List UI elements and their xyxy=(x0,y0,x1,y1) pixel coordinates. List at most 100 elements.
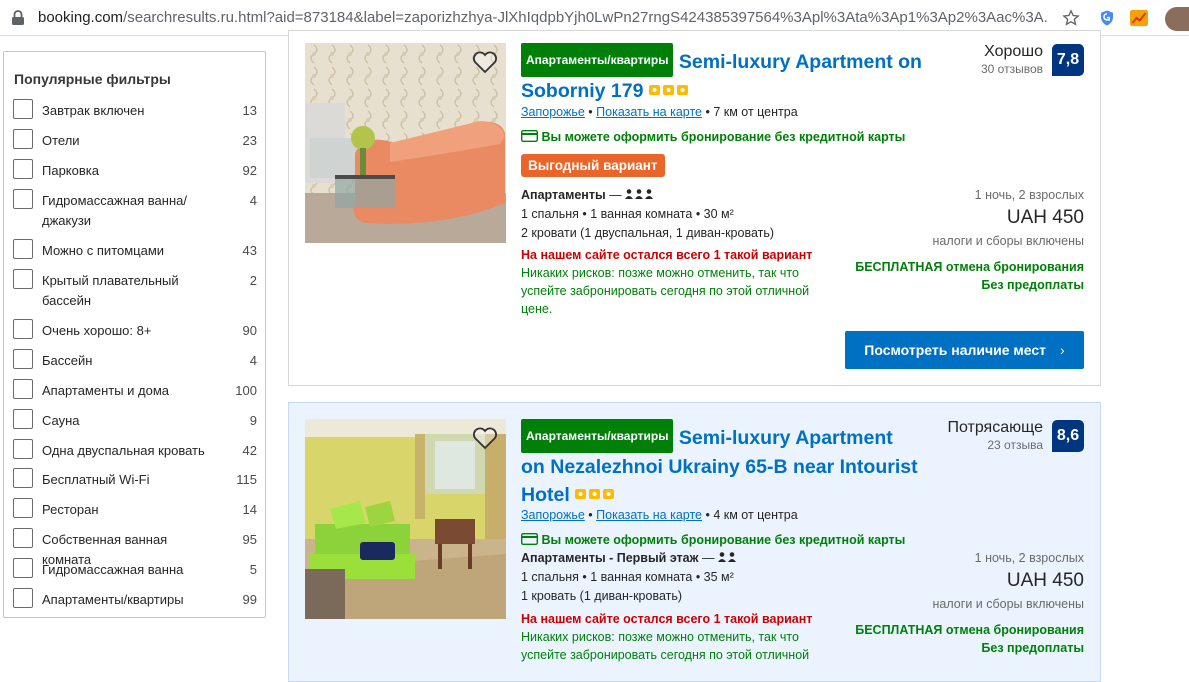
occupancy-text: 1 ночь, 2 взрослых xyxy=(974,188,1084,202)
filter-label: Очень хорошо: 8+ xyxy=(42,323,152,338)
filter-count: 95 xyxy=(242,532,257,547)
room-type: Апартаменты - Первый этаж xyxy=(521,551,699,565)
filter-checkbox[interactable] xyxy=(13,498,33,518)
score-label: Потрясающе xyxy=(947,419,1043,436)
filter-count: 4 xyxy=(249,353,257,368)
deal-badge: Выгодный вариант xyxy=(521,154,665,177)
heart-icon[interactable] xyxy=(472,50,498,74)
person-icon xyxy=(717,552,736,562)
filter-count: 100 xyxy=(235,383,257,398)
distance-text: 4 км от центра xyxy=(713,508,798,522)
property-title[interactable]: Апартаменты/квартиры Semi-luxury Apartme… xyxy=(521,43,951,105)
show-map-link[interactable]: Показать на карте xyxy=(596,105,702,119)
filter-checkbox[interactable] xyxy=(13,379,33,399)
filter-checkbox[interactable] xyxy=(13,99,33,119)
room-details: 1 спальня • 1 ванная комната • 30 м² xyxy=(521,207,734,221)
filter-count: 43 xyxy=(242,243,257,258)
url-path: /searchresults.ru.html?aid=873184&label=… xyxy=(123,9,1048,26)
filter-label: Гидромассажная ванна xyxy=(42,562,184,577)
filter-count: 5 xyxy=(249,562,257,577)
rating-squares-icon xyxy=(575,489,615,499)
rating-squares-icon xyxy=(648,85,688,95)
property-card: Апартаменты/квартиры Semi-luxury Apartme… xyxy=(288,402,1101,682)
occupancy-text: 1 ночь, 2 взрослых xyxy=(974,551,1084,565)
filter-checkbox[interactable] xyxy=(13,439,33,459)
filter-count: 90 xyxy=(242,323,257,338)
location-line: Запорожье • Показать на карте • 7 км от … xyxy=(521,105,798,119)
filter-checkbox[interactable] xyxy=(13,409,33,429)
filter-label: Парковка xyxy=(42,163,99,178)
filter-label: Апартаменты/квартиры xyxy=(42,592,184,607)
type-badge: Апартаменты/квартиры xyxy=(521,43,674,77)
shield-extension-icon[interactable] xyxy=(1096,7,1118,29)
price: UAH 450 xyxy=(1006,570,1084,591)
review-count[interactable]: 30 отзывов xyxy=(981,62,1043,76)
no-credit-card-text: Вы можете оформить бронирование без кред… xyxy=(541,130,906,144)
show-map-link[interactable]: Показать на карте xyxy=(596,508,702,522)
popular-filters-panel: Популярные фильтры Завтрак включен 13 Отел… xyxy=(3,51,266,618)
type-badge: Апартаменты/квартиры xyxy=(521,419,674,453)
star-icon[interactable] xyxy=(1060,7,1082,29)
filter-label: Ресторан xyxy=(42,502,99,517)
filter-count: 14 xyxy=(242,502,257,517)
city-link[interactable]: Запорожье xyxy=(521,508,585,522)
filter-checkbox[interactable] xyxy=(13,558,33,578)
city-link[interactable]: Запорожье xyxy=(521,105,585,119)
filter-checkbox[interactable] xyxy=(13,159,33,179)
url-text[interactable]: booking.com/searchresults.ru.html?aid=87… xyxy=(38,9,1048,26)
no-credit-card-note: Вы можете оформить бронирование без кред… xyxy=(520,532,906,547)
heart-icon[interactable] xyxy=(472,426,498,450)
filter-checkbox[interactable] xyxy=(13,129,33,149)
filter-checkbox[interactable] xyxy=(13,239,33,259)
free-cancellation: БЕСПЛАТНАЯ отмена бронирования xyxy=(855,623,1084,637)
filter-count: 4 xyxy=(249,193,257,208)
filter-count: 13 xyxy=(242,103,257,118)
filter-label: Отели xyxy=(42,133,80,148)
price: UAH 450 xyxy=(1006,207,1084,228)
filter-checkbox[interactable] xyxy=(13,528,33,548)
url-host: booking.com xyxy=(38,9,124,26)
filter-count: 2 xyxy=(249,273,257,288)
no-prepayment: Без предоплаты xyxy=(981,278,1084,292)
filter-count: 23 xyxy=(242,133,257,148)
filter-checkbox[interactable] xyxy=(13,189,33,209)
avatar[interactable] xyxy=(1165,7,1189,31)
check-availability-button[interactable]: Посмотреть наличие мест › xyxy=(845,331,1084,369)
filter-checkbox[interactable] xyxy=(13,269,33,289)
no-prepayment: Без предоплаты xyxy=(981,641,1084,655)
filter-label: Бассейн xyxy=(42,353,93,368)
bed-details: 2 кровати (1 двуспальная, 1 диван-кроват… xyxy=(521,226,775,240)
property-card: Апартаменты/квартиры Semi-luxury Apartme… xyxy=(288,30,1101,386)
filter-checkbox[interactable] xyxy=(13,468,33,488)
bed-details: 1 кровать (1 диван-кровать) xyxy=(521,589,683,603)
person-icon xyxy=(625,189,654,199)
filter-count: 99 xyxy=(242,592,257,607)
chevron-right-icon: › xyxy=(1060,342,1065,358)
score-label: Хорошо xyxy=(984,43,1043,60)
review-count[interactable]: 23 отзыва xyxy=(987,438,1043,452)
filter-checkbox[interactable] xyxy=(13,319,33,339)
property-title[interactable]: Апартаменты/квартиры Semi-luxury Apartme… xyxy=(521,419,921,509)
chart-extension-icon[interactable] xyxy=(1128,7,1150,29)
review-score-badge[interactable]: 7,8 xyxy=(1052,44,1084,76)
room-type: Апартаменты xyxy=(521,188,606,202)
no-credit-card-text: Вы можете оформить бронирование без кред… xyxy=(541,533,906,547)
credit-card-icon xyxy=(520,532,539,546)
cta-label: Посмотреть наличие мест xyxy=(864,342,1047,358)
filter-count: 92 xyxy=(242,163,257,178)
filter-checkbox[interactable] xyxy=(13,588,33,608)
room-info: Апартаменты - Первый этаж — 1 спальня • … xyxy=(521,549,738,606)
room-details: 1 спальня • 1 ванная комната • 35 м² xyxy=(521,570,734,584)
filters-title: Популярные фильтры xyxy=(14,71,171,87)
filter-label: Можно с питомцами xyxy=(42,243,165,258)
review-score-badge[interactable]: 8,6 xyxy=(1052,420,1084,452)
scarcity-warning: На нашем сайте остался всего 1 такой вар… xyxy=(521,248,813,262)
no-risk-text: Никаких рисков: позже можно отменить, та… xyxy=(521,266,810,316)
filter-checkbox[interactable] xyxy=(13,349,33,369)
filter-label: Сауна xyxy=(42,413,80,428)
filter-count: 9 xyxy=(249,413,257,428)
filter-label: Апартаменты и дома xyxy=(42,383,170,398)
no-credit-card-note: Вы можете оформить бронирование без кред… xyxy=(520,129,906,144)
credit-card-icon xyxy=(520,129,539,143)
room-info: Апартаменты — 1 спальня • 1 ванная комна… xyxy=(521,186,774,243)
